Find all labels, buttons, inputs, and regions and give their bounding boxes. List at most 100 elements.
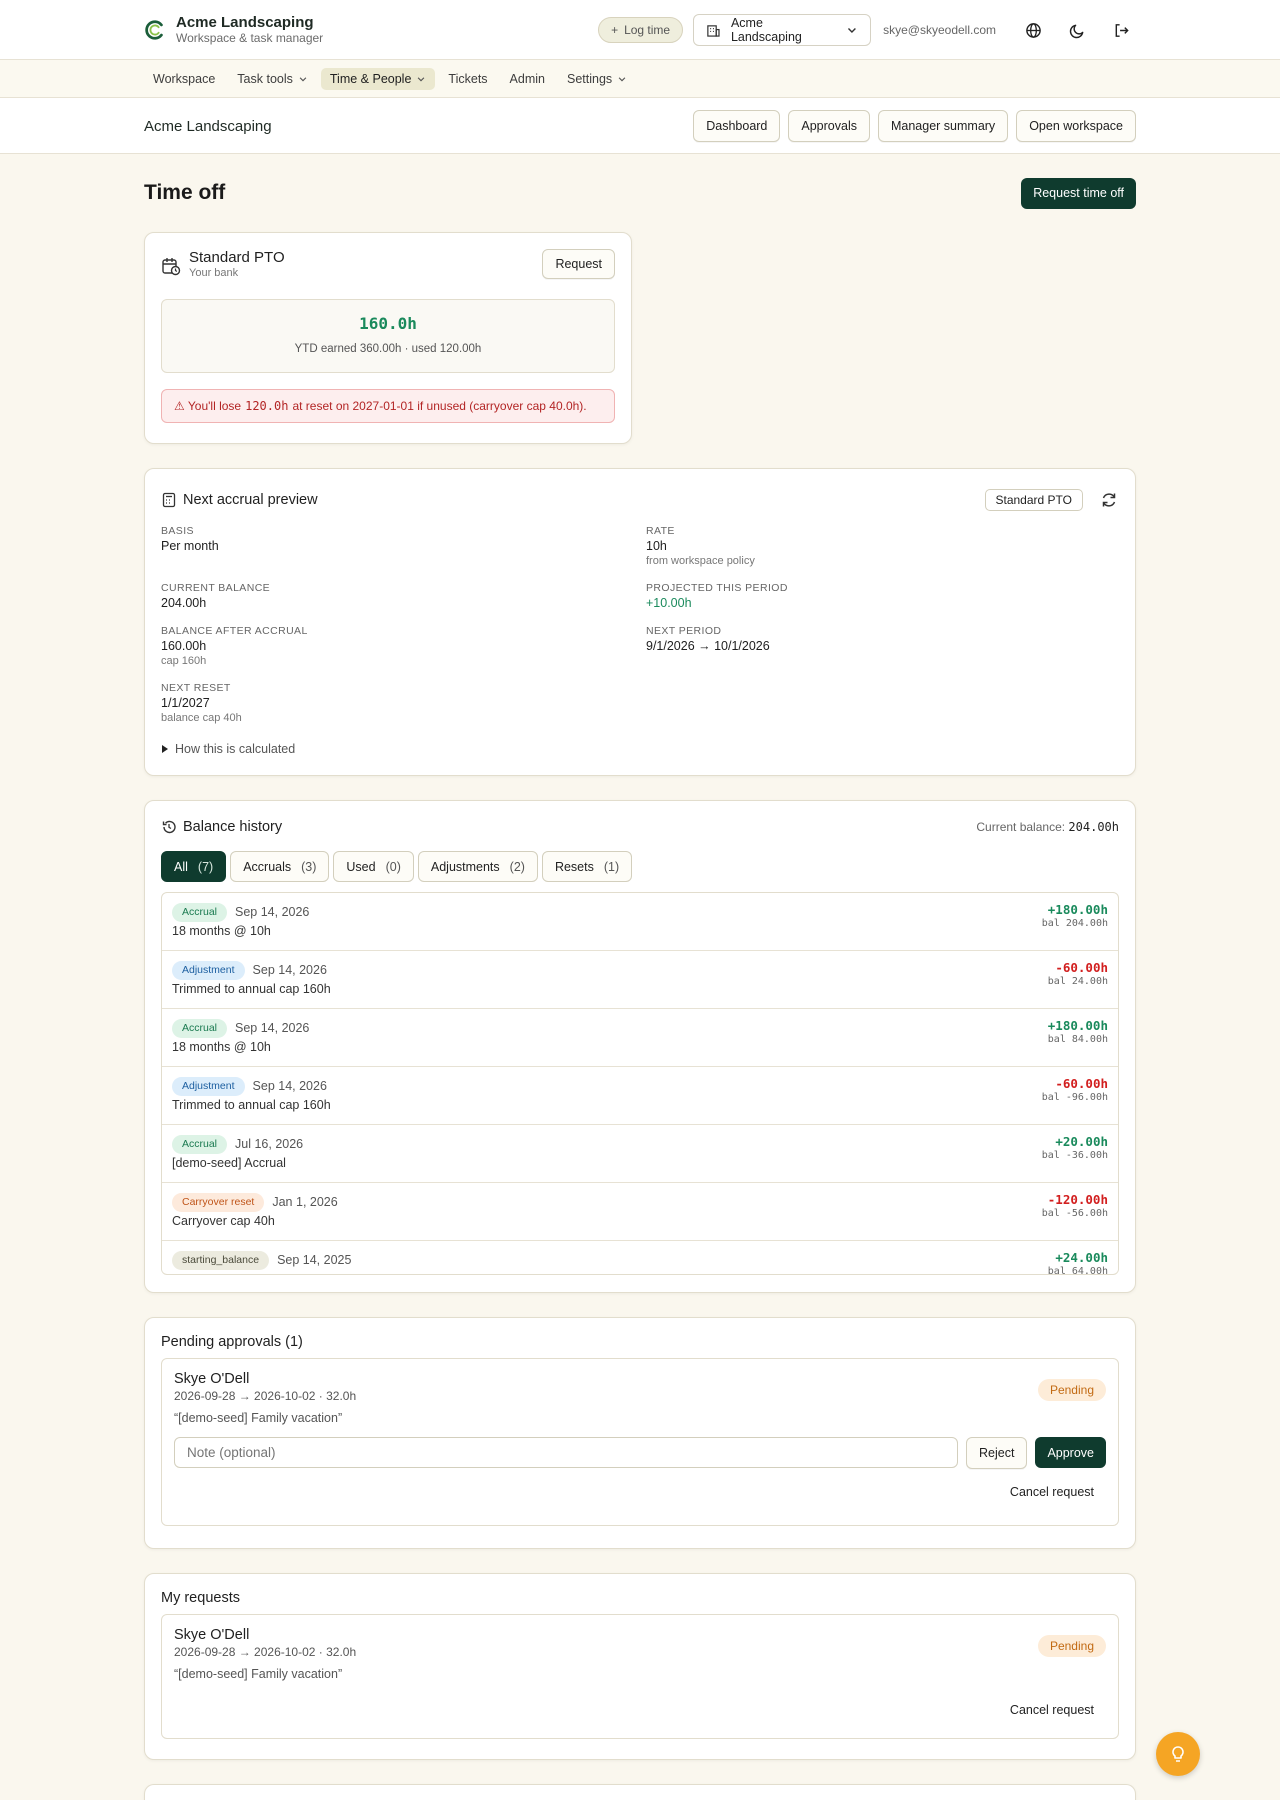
- workspace-select[interactable]: Acme Landscaping: [693, 14, 872, 46]
- accrual-title: Next accrual preview: [183, 492, 318, 508]
- nav-label: Task tools: [237, 72, 293, 86]
- log-time-button[interactable]: + Log time: [598, 17, 684, 43]
- workspace-header: Acme Landscaping Dashboard Approvals Man…: [0, 98, 1280, 154]
- current-balance-value: 204.00h: [1068, 820, 1119, 834]
- request-note: “[demo-seed] Family vacation”: [174, 1667, 343, 1681]
- nav-label: Time & People: [329, 72, 412, 86]
- nav-tickets[interactable]: Tickets: [439, 68, 496, 90]
- nav-label: Admin: [509, 72, 545, 86]
- field-note: balance cap 40h: [161, 712, 242, 724]
- history-balance: bal -56.00h: [1041, 1208, 1108, 1219]
- approvals-button[interactable]: Approvals: [788, 110, 870, 142]
- tips-button[interactable]: [1156, 1732, 1200, 1776]
- user-email: skye@skyeodell.com: [883, 23, 996, 37]
- field-value: 10h: [646, 539, 667, 553]
- manager-summary-button[interactable]: Manager summary: [877, 110, 1009, 142]
- history-date: Jul 16, 2026: [235, 1137, 304, 1151]
- history-balance: bal -36.00h: [1041, 1150, 1108, 1161]
- plus-icon: +: [611, 23, 619, 37]
- type-badge: Carryover reset: [172, 1192, 265, 1212]
- open-workspace-button[interactable]: Open workspace: [1016, 110, 1136, 142]
- filter-count: (0): [385, 859, 401, 874]
- field-value: 204.00h: [161, 596, 207, 610]
- requester-name: Skye O'Dell: [174, 1627, 250, 1643]
- status-badge: Pending: [1037, 1379, 1106, 1401]
- my-request: Skye O'Dell 2026-09-28 → 2026-10-02 · 32…: [161, 1614, 1119, 1739]
- history-row: Adjustment Sep 14, 2026 Trimmed to annual…: [162, 951, 1118, 1009]
- filter-adjustments[interactable]: Adjustments (2): [417, 851, 538, 882]
- accrual-policy-select[interactable]: Standard PTO: [984, 489, 1083, 511]
- cancel-request-button[interactable]: Cancel request: [174, 1485, 1106, 1499]
- pto-request-button[interactable]: Request: [542, 249, 615, 279]
- cancel-request-button[interactable]: Cancel request: [174, 1703, 1106, 1717]
- reject-button[interactable]: Reject: [966, 1437, 1028, 1469]
- history-row: Accrual Jul 16, 2026 [demo-seed] Accrual …: [162, 1125, 1118, 1183]
- history-amount: +24.00h: [1055, 1250, 1108, 1265]
- type-badge: Accrual: [172, 1134, 228, 1154]
- request-note: “[demo-seed] Family vacation”: [174, 1411, 343, 1425]
- history-amount: -120.00h: [1047, 1192, 1108, 1207]
- triangle-right-icon: [162, 745, 168, 753]
- field-label: Rate: [646, 525, 675, 537]
- history-list[interactable]: Accrual Sep 14, 2026 18 months @ 10h +180…: [161, 892, 1119, 1275]
- history-desc: Carryover cap 40h: [172, 1214, 275, 1228]
- nav-workspace[interactable]: Workspace: [144, 68, 224, 90]
- filter-resets[interactable]: Resets (1): [541, 851, 633, 882]
- globe-icon: [1025, 22, 1041, 38]
- request-time-off-button[interactable]: Request time off: [1021, 177, 1136, 209]
- calculator-icon: [162, 492, 176, 508]
- nav-label: Tickets: [448, 72, 488, 86]
- next-reset-field: Next reset 1/1/2027 balance cap 40h: [161, 682, 646, 739]
- brand[interactable]: Acme Landscaping Workspace & task manage…: [144, 14, 323, 46]
- history-date: Sep 14, 2026: [235, 1021, 310, 1035]
- logout-button[interactable]: [1106, 15, 1136, 45]
- nav-admin[interactable]: Admin: [501, 68, 554, 90]
- workspace-title: Acme Landscaping: [144, 117, 272, 135]
- pto-balance-box: 160.0h YTD earned 360.00h · used 120.00h: [161, 299, 615, 373]
- field-label: Basis: [161, 525, 194, 537]
- field-label: Next reset: [161, 682, 231, 694]
- rate-field: Rate 10h from workspace policy: [646, 525, 1119, 582]
- approval-note-input[interactable]: [174, 1437, 958, 1468]
- nav-settings[interactable]: Settings: [558, 68, 636, 90]
- filter-all[interactable]: All (7): [161, 851, 227, 882]
- language-button[interactable]: [1018, 15, 1048, 45]
- pto-bank-card: Standard PTO Your bank Request 160.0h YT…: [144, 232, 632, 444]
- nav-task-tools[interactable]: Task tools: [228, 68, 317, 90]
- nav-label: Settings: [566, 72, 613, 86]
- calendar-clock-icon: [162, 258, 181, 276]
- requester-name: Skye O'Dell: [174, 1371, 250, 1387]
- history-date: Sep 14, 2026: [235, 905, 310, 919]
- lightbulb-icon: [1172, 1746, 1184, 1762]
- history-row: Adjustment Sep 14, 2026 Trimmed to annual…: [162, 1067, 1118, 1125]
- pto-ytd: YTD earned 360.00h · used 120.00h: [294, 343, 482, 355]
- how-calculated-toggle[interactable]: How this is calculated: [161, 742, 1119, 756]
- history-amount: -60.00h: [1055, 960, 1108, 975]
- next-card: [144, 1784, 1136, 1800]
- workspace-select-value: Acme Landscaping: [730, 16, 802, 44]
- approvals-title: Pending approvals (1): [161, 1334, 303, 1350]
- filter-accruals[interactable]: Accruals (3): [230, 851, 330, 882]
- basis-field: Basis Per month: [161, 525, 646, 568]
- history-amount: +180.00h: [1047, 1018, 1108, 1033]
- nav-time-people[interactable]: Time & People: [320, 68, 436, 90]
- how-calculated-label: How this is calculated: [175, 742, 296, 756]
- history-row: Carryover reset Jan 1, 2026 Carryover cap…: [162, 1183, 1118, 1241]
- dashboard-button[interactable]: Dashboard: [693, 110, 781, 142]
- theme-toggle-button[interactable]: [1062, 15, 1092, 45]
- approve-button[interactable]: Approve: [1035, 1437, 1106, 1468]
- brand-logo-icon: [145, 20, 163, 40]
- history-date: Sep 14, 2025: [277, 1253, 352, 1267]
- filter-count: (2): [509, 859, 525, 874]
- filter-count: (1): [603, 859, 620, 874]
- approval-request: Skye O'Dell 2026-09-28 → 2026-10-02 · 32…: [161, 1358, 1119, 1526]
- refresh-icon[interactable]: [1099, 490, 1119, 510]
- filter-label: All: [174, 859, 188, 874]
- history-amount: +180.00h: [1047, 902, 1108, 917]
- filter-label: Used: [346, 859, 376, 874]
- filter-label: Accruals: [243, 859, 292, 874]
- history-icon: [162, 820, 176, 834]
- history-filters: All (7) Accruals (3) Used (0) Adjustments (2…: [161, 851, 1119, 882]
- pto-policy-sub: Your bank: [189, 267, 239, 279]
- filter-used[interactable]: Used (0): [333, 851, 414, 882]
